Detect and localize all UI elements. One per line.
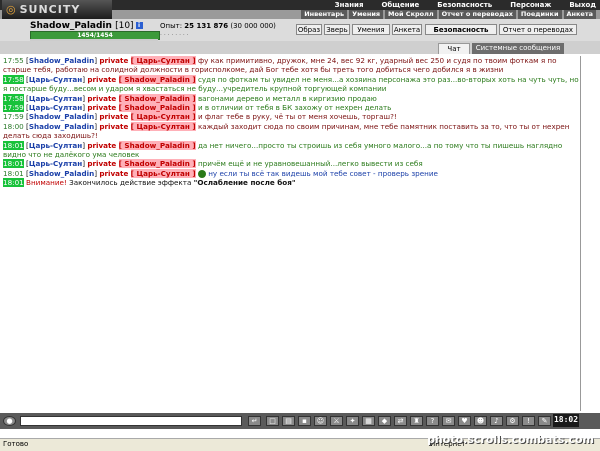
- tab-system-messages[interactable]: Системные сообщения: [472, 43, 564, 54]
- pet-button[interactable]: Зверь: [324, 24, 350, 35]
- menu-security[interactable]: Безопасность: [437, 0, 492, 10]
- music-icon[interactable]: ♪: [490, 416, 503, 426]
- system-message: 18:01 Внимание! Закончилось действие эфф…: [3, 178, 296, 188]
- menu-my-scroll[interactable]: Мой Скролл: [385, 10, 437, 19]
- menu-character[interactable]: Персонаж: [510, 0, 551, 10]
- transfers-report-button[interactable]: Отчет о переводах: [499, 24, 577, 35]
- main-menu: Знания Общение Безопасность Персонаж Вых…: [335, 0, 596, 10]
- menu-skills[interactable]: Умения: [349, 10, 384, 19]
- save-icon[interactable]: ▪: [298, 416, 311, 426]
- chat-message: 18:01 [Shadow_Paladin] private [ Царь-Су…: [3, 168, 438, 178]
- fight-icon[interactable]: ⚔: [330, 416, 343, 426]
- bottom-toolbar: ● ↵ □ ▤ ▪ ☺ ⚔ ✦ ▦ ◆ ⇄ ♜ ? ✉ ♥ ☻ ♪ ⚙ ! ✎ …: [0, 413, 600, 429]
- chat-message: 18:01 [Царь-Султан] private [ Shadow_Pal…: [3, 140, 563, 160]
- filter-icon[interactable]: ▤: [282, 416, 295, 426]
- chat-tabs: Чат Системные сообщения: [0, 41, 600, 54]
- menu-exit[interactable]: Выход: [569, 0, 596, 10]
- mail-icon[interactable]: ✉: [442, 416, 455, 426]
- image-button[interactable]: Образ: [296, 24, 322, 35]
- menu-communication[interactable]: Общение: [381, 0, 419, 10]
- player-name[interactable]: Shadow_Paladin: [30, 21, 112, 31]
- online-list-panel: [580, 56, 600, 411]
- quests-icon[interactable]: ?: [426, 416, 439, 426]
- experience-sub: · · · · · · · ·: [160, 32, 189, 39]
- chat-log: 17:55 [Shadow_Paladin] private [ Царь-Су…: [3, 56, 579, 411]
- chat-input[interactable]: [20, 416, 242, 426]
- menu-knowledge[interactable]: Знания: [335, 0, 364, 10]
- trade-icon[interactable]: ⇄: [394, 416, 407, 426]
- player-header: Shadow_Paladin [10] i 1454/1454 Опыт: 25 …: [0, 19, 600, 41]
- friends-icon[interactable]: ♥: [458, 416, 471, 426]
- chat-message: 18:00 [Shadow_Paladin] private [ Царь-Су…: [3, 121, 570, 141]
- tab-chat[interactable]: Чат: [438, 43, 470, 54]
- sun-icon: ◎: [6, 3, 17, 16]
- settings-icon[interactable]: ⚙: [506, 416, 519, 426]
- walk-icon[interactable]: ✦: [346, 416, 359, 426]
- menu-duels[interactable]: Поединки: [517, 10, 562, 19]
- player-level: [10]: [115, 21, 134, 31]
- skills-button[interactable]: Умения: [352, 24, 390, 35]
- notes-icon[interactable]: ✎: [538, 416, 551, 426]
- people-icon[interactable]: ☻: [474, 416, 487, 426]
- clan-icon[interactable]: ♜: [410, 416, 423, 426]
- smiles-icon[interactable]: ☺: [314, 416, 327, 426]
- chat-message: 17:58 [Царь-Султан] private [ Shadow_Pal…: [3, 93, 377, 103]
- menu-profile[interactable]: Анкета: [563, 10, 596, 19]
- help-icon[interactable]: !: [522, 416, 535, 426]
- send-icon[interactable]: ↵: [248, 416, 261, 426]
- profile-button[interactable]: Анкета: [392, 24, 422, 35]
- status-text: Готово: [3, 440, 29, 448]
- clock: 18:02: [553, 414, 579, 427]
- menu-inventory[interactable]: Инвентарь: [301, 10, 348, 19]
- chat-message: 18:01 [Царь-Султан] private [ Shadow_Pal…: [3, 159, 423, 169]
- chat-message: 17:59 [Царь-Султан] private [ Shadow_Pal…: [3, 103, 392, 113]
- clear-icon[interactable]: □: [266, 416, 279, 426]
- chat-message: 17:58 [Царь-Султан] private [ Shadow_Pal…: [3, 74, 579, 94]
- experience: Опыт: 25 131 876 (30 000 000): [160, 22, 276, 30]
- security-button[interactable]: Безопасность: [425, 24, 497, 35]
- player-name-line: Shadow_Paladin [10] i: [30, 21, 143, 31]
- map-icon[interactable]: ▦: [362, 416, 375, 426]
- menu-transfers-report[interactable]: Отчет о переводах: [438, 10, 516, 19]
- chat-message: 17:55 [Shadow_Paladin] private [ Царь-Су…: [3, 56, 557, 75]
- logo: ◎ SUNCITY: [2, 0, 112, 19]
- chat-message: 17:59 [Shadow_Paladin] private [ Царь-Су…: [3, 112, 397, 122]
- info-icon[interactable]: i: [135, 22, 143, 29]
- smile-icon: [197, 169, 206, 178]
- bag-icon[interactable]: ◆: [378, 416, 391, 426]
- watermark: photo.scrolls.combats.com: [427, 433, 594, 446]
- chat-mode-icon[interactable]: ●: [3, 416, 16, 426]
